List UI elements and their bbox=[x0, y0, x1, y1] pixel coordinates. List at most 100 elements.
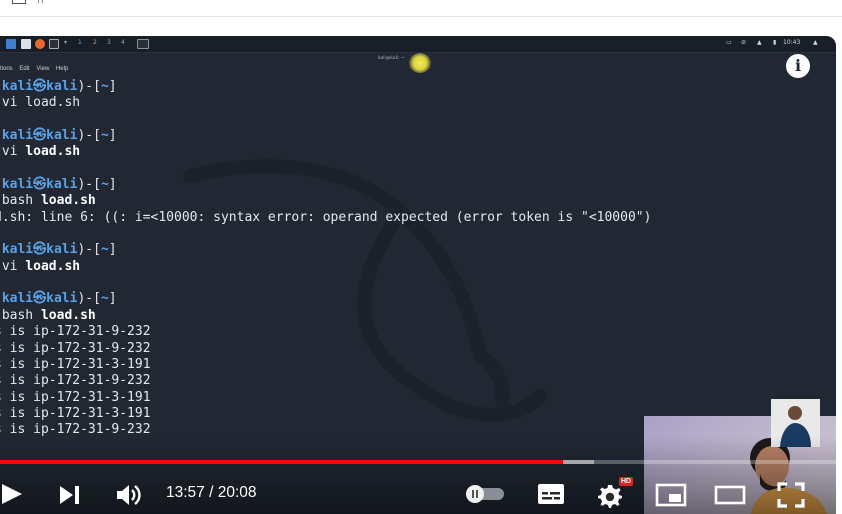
terminal-task-icon bbox=[137, 39, 149, 49]
command-line: vi load.sh bbox=[0, 95, 651, 111]
prompt-line: (kali㉿kali)-[~] bbox=[0, 79, 651, 95]
workspace-3: 3 bbox=[107, 39, 111, 46]
prompt-segment: ㉿ bbox=[33, 291, 47, 307]
prompt-segment: )-[ bbox=[77, 242, 101, 258]
command-argument: load.sh bbox=[25, 258, 81, 274]
terminal-menubar: tions Edit View Help bbox=[0, 66, 73, 72]
prompt-segment: kali bbox=[46, 128, 78, 144]
progress-bar[interactable] bbox=[0, 460, 836, 464]
fullscreen-icon[interactable] bbox=[777, 482, 805, 508]
workspace-1: 1 bbox=[78, 39, 82, 46]
prompt-line: (kali㉿kali)-[~] bbox=[0, 242, 651, 258]
prompt-segment: kali bbox=[46, 242, 78, 258]
command-line: bash load.sh bbox=[0, 193, 651, 209]
command-name: bash bbox=[1, 307, 34, 323]
prompt-segment: kali bbox=[46, 79, 78, 94]
prompt-segment: ] bbox=[108, 242, 117, 258]
prompt-line: (kali㉿kali)-[~] bbox=[0, 291, 651, 307]
prompt-segment: ㉿ bbox=[33, 79, 47, 94]
command-argument: load.sh bbox=[25, 95, 81, 111]
menu-help: Help bbox=[55, 66, 69, 72]
command-name: bash bbox=[1, 193, 34, 209]
output-line: s is ip-172-31-3-191 bbox=[0, 356, 151, 372]
volume-icon[interactable] bbox=[116, 483, 142, 507]
mute-icon: ⊘ bbox=[741, 39, 747, 46]
terminal-icon bbox=[49, 39, 59, 49]
prompt-segment: kali bbox=[1, 177, 34, 193]
output-line: s is ip-172-31-9-232 bbox=[0, 340, 151, 356]
output-line: s is ip-172-31-3-191 bbox=[0, 389, 151, 405]
clock: 10:43 bbox=[783, 39, 801, 46]
prompt-segment: ] bbox=[108, 79, 117, 94]
next-icon[interactable] bbox=[59, 485, 81, 505]
prompt-segment: )-[ bbox=[77, 177, 101, 193]
bell-icon: ▲ bbox=[757, 39, 762, 46]
play-icon[interactable] bbox=[0, 482, 24, 506]
hd-badge: HD bbox=[619, 477, 634, 486]
command-line: vi load.sh bbox=[0, 144, 651, 160]
progress-played bbox=[0, 460, 564, 464]
files-icon bbox=[21, 39, 31, 49]
firefox-icon bbox=[35, 39, 45, 49]
top-page-strip bbox=[0, 0, 842, 17]
battery-icon: ▮ bbox=[773, 39, 777, 46]
prompt-segment: ㉿ bbox=[33, 177, 47, 193]
prompt-segment: kali bbox=[1, 291, 34, 307]
kali-taskbar: ▾ 1 2 3 4 ▭ ⊘ ▲ ▮ 10:43 ▲ bbox=[0, 36, 836, 53]
prompt-line: (kali㉿kali)-[~] bbox=[0, 128, 651, 144]
autoplay-toggle-icon[interactable] bbox=[464, 485, 506, 503]
tray-icon bbox=[12, 0, 26, 4]
workspace-4: 4 bbox=[121, 39, 125, 46]
prompt-segment: ] bbox=[108, 291, 117, 307]
menu-actions: tions bbox=[0, 66, 13, 72]
prompt-segment: ~ bbox=[100, 242, 109, 258]
prompt-segment: kali bbox=[1, 242, 34, 258]
output-line: d.sh: line 6: ((: i=<10000: syntax error… bbox=[0, 209, 652, 225]
prompt-segment: ~ bbox=[100, 291, 109, 307]
workspace-2: 2 bbox=[93, 39, 97, 46]
video-player[interactable]: ▾ 1 2 3 4 ▭ ⊘ ▲ ▮ 10:43 ▲ tions Edit Vie… bbox=[0, 36, 836, 514]
output-line: s is ip-172-31-9-232 bbox=[0, 324, 151, 340]
divider-icon bbox=[38, 0, 43, 3]
terminal-output[interactable]: (kali㉿kali)-[~] vi load.sh(kali㉿kali)-[~… bbox=[0, 79, 651, 439]
menu-edit: Edit bbox=[19, 66, 30, 72]
command-name: vi bbox=[1, 144, 18, 160]
command-line: bash load.sh bbox=[0, 308, 651, 324]
prompt-segment: ] bbox=[108, 128, 117, 144]
prompt-segment: ~ bbox=[100, 128, 109, 144]
miniplayer-icon[interactable] bbox=[655, 483, 687, 507]
prompt-segment: kali bbox=[1, 128, 34, 144]
command-argument: load.sh bbox=[40, 193, 96, 209]
menu-view: View bbox=[36, 66, 50, 72]
separator-icon: ▾ bbox=[64, 39, 68, 46]
kali-menu-icon bbox=[6, 39, 16, 49]
prompt-segment: ~ bbox=[100, 177, 109, 193]
command-argument: load.sh bbox=[40, 307, 96, 323]
theater-mode-icon[interactable] bbox=[714, 485, 746, 505]
command-line: vi load.sh bbox=[0, 259, 651, 275]
terminal-window-title: kali@kali: ~ bbox=[378, 56, 405, 61]
subtitles-icon[interactable] bbox=[537, 483, 565, 505]
prompt-segment: ] bbox=[108, 177, 117, 193]
prompt-segment: )-[ bbox=[77, 291, 101, 307]
command-argument: load.sh bbox=[25, 144, 81, 160]
prompt-segment: ㉿ bbox=[33, 242, 47, 258]
settings-gear-icon[interactable] bbox=[597, 482, 623, 508]
info-icon[interactable]: i bbox=[786, 54, 810, 78]
prompt-segment: )-[ bbox=[77, 128, 101, 144]
output-line: s is ip-172-31-3-191 bbox=[0, 405, 151, 421]
prompt-segment: ~ bbox=[100, 79, 109, 94]
lock-icon: ▲ bbox=[813, 39, 818, 46]
command-name: vi bbox=[1, 258, 18, 274]
time-display: 13:57 / 20:08 bbox=[166, 484, 257, 501]
prompt-segment: kali bbox=[46, 177, 78, 193]
prompt-segment: kali bbox=[46, 291, 78, 307]
mouse-cursor-highlight bbox=[409, 53, 431, 73]
display-icon: ▭ bbox=[726, 39, 732, 46]
command-name: vi bbox=[1, 95, 18, 111]
prompt-segment: )-[ bbox=[77, 79, 101, 94]
